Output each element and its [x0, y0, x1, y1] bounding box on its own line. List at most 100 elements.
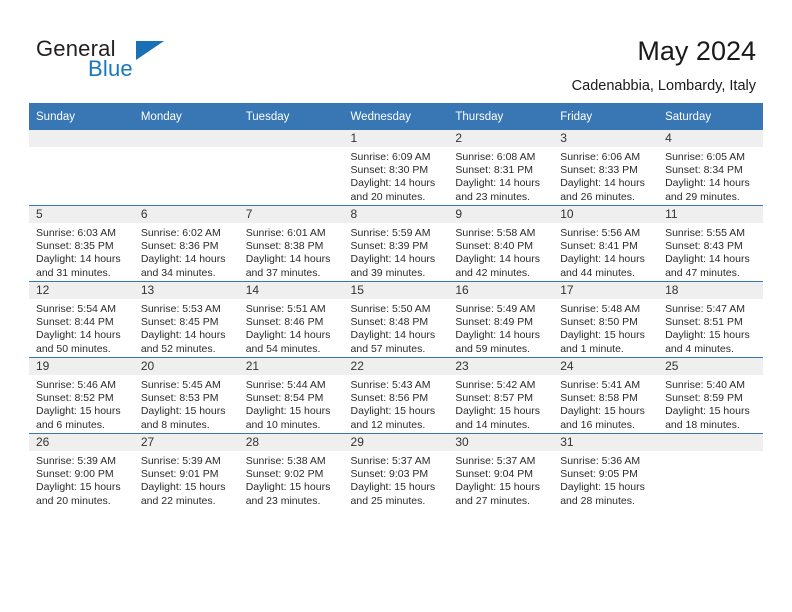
day-number	[238, 130, 344, 147]
daylight-text: Daylight: 14 hours and 42 minutes.	[455, 253, 541, 279]
day-sun-info: Sunrise: 5:58 AM Sunset: 8:40 PM Daylight:…	[448, 223, 553, 280]
day-sun-info: Sunrise: 5:40 AM Sunset: 8:59 PM Daylight:…	[658, 375, 763, 432]
daylight-text: Daylight: 14 hours and 29 minutes.	[665, 177, 750, 203]
day-sun-info: Sunrise: 6:02 AM Sunset: 8:36 PM Daylight:…	[134, 223, 239, 280]
daylight-text: Daylight: 15 hours and 8 minutes.	[140, 405, 226, 431]
calendar-day-cell[interactable]: 10 Sunrise: 5:56 AM Sunset: 8:41 PM Dayligh…	[553, 205, 659, 282]
sunset-text: Sunset: 9:00 PM	[36, 468, 114, 481]
calendar-day-cell[interactable]: 29 Sunrise: 5:37 AM Sunset: 9:03 PM Dayligh…	[343, 433, 449, 509]
calendar-day-cell[interactable]: 22 Sunrise: 5:43 AM Sunset: 8:56 PM Dayligh…	[343, 357, 449, 434]
calendar-day-cell[interactable]: 26 Sunrise: 5:39 AM Sunset: 9:00 PM Dayligh…	[29, 433, 134, 509]
page-subtitle: Cadenabbia, Lombardy, Italy	[571, 78, 756, 94]
day-sun-info: Sunrise: 6:08 AM Sunset: 8:31 PM Daylight:…	[448, 147, 553, 204]
calendar-day-cell[interactable]: 8 Sunrise: 5:59 AM Sunset: 8:39 PM Daylight…	[343, 205, 449, 282]
calendar-day-cell[interactable]: 1 Sunrise: 6:09 AM Sunset: 8:30 PM Daylight…	[343, 130, 449, 206]
calendar-day-cell[interactable]: 20 Sunrise: 5:45 AM Sunset: 8:53 PM Dayligh…	[133, 357, 239, 434]
weekday-header-saturday: Saturday	[658, 103, 763, 130]
sunrise-text: Sunrise: 6:06 AM	[560, 151, 641, 163]
sunrise-text: Sunrise: 6:08 AM	[455, 151, 536, 163]
sunrise-text: Sunrise: 5:37 AM	[455, 455, 536, 467]
day-number: 22	[343, 358, 449, 375]
calendar-day-cell[interactable]: 31 Sunrise: 5:36 AM Sunset: 9:05 PM Dayligh…	[553, 433, 659, 509]
sunrise-text: Sunrise: 6:09 AM	[350, 151, 431, 163]
day-number: 5	[29, 206, 134, 223]
sunrise-text: Sunrise: 5:41 AM	[560, 379, 641, 391]
sunset-text: Sunset: 9:02 PM	[245, 468, 324, 481]
day-number: 15	[343, 282, 449, 299]
sunrise-text: Sunrise: 5:36 AM	[560, 455, 641, 467]
sunrise-text: Sunrise: 5:40 AM	[665, 379, 746, 391]
sunrise-text: Sunrise: 5:45 AM	[140, 379, 221, 391]
day-sun-info: Sunrise: 5:51 AM Sunset: 8:46 PM Daylight:…	[239, 299, 344, 356]
sunrise-text: Sunrise: 5:48 AM	[560, 303, 641, 315]
calendar-day-cell[interactable]: 5 Sunrise: 6:03 AM Sunset: 8:35 PM Daylight…	[29, 205, 134, 282]
calendar-day-cell[interactable]: 14 Sunrise: 5:51 AM Sunset: 8:46 PM Dayligh…	[238, 281, 344, 358]
day-sun-info: Sunrise: 5:42 AM Sunset: 8:57 PM Daylight:…	[448, 375, 553, 432]
daylight-text: Daylight: 14 hours and 23 minutes.	[455, 177, 541, 203]
sunrise-text: Sunrise: 5:51 AM	[245, 303, 326, 315]
daylight-text: Daylight: 14 hours and 39 minutes.	[350, 253, 436, 279]
calendar-day-cell[interactable]: 21 Sunrise: 5:44 AM Sunset: 8:54 PM Dayligh…	[238, 357, 344, 434]
calendar-day-cell[interactable]: 12 Sunrise: 5:54 AM Sunset: 8:44 PM Dayligh…	[29, 281, 134, 358]
calendar-day-cell[interactable]: 15 Sunrise: 5:50 AM Sunset: 8:48 PM Dayligh…	[343, 281, 449, 358]
daylight-text: Daylight: 14 hours and 47 minutes.	[665, 253, 750, 279]
sunrise-text: Sunrise: 5:46 AM	[36, 379, 116, 391]
daylight-text: Daylight: 15 hours and 27 minutes.	[455, 481, 541, 507]
calendar-day-cell[interactable]: 4 Sunrise: 6:05 AM Sunset: 8:34 PM Daylight…	[658, 130, 763, 206]
day-sun-info: Sunrise: 6:05 AM Sunset: 8:34 PM Daylight:…	[658, 147, 763, 204]
calendar-day-cell[interactable]: 16 Sunrise: 5:49 AM Sunset: 8:49 PM Dayligh…	[448, 281, 554, 358]
sunrise-text: Sunrise: 5:55 AM	[665, 227, 746, 239]
calendar-day-cell[interactable]: 7 Sunrise: 6:01 AM Sunset: 8:38 PM Daylight…	[238, 205, 344, 282]
calendar-day-cell[interactable]: 11 Sunrise: 5:55 AM Sunset: 8:43 PM Dayligh…	[658, 205, 763, 282]
day-sun-info: Sunrise: 5:47 AM Sunset: 8:51 PM Daylight:…	[658, 299, 763, 356]
calendar-day-cell[interactable]: 17 Sunrise: 5:48 AM Sunset: 8:50 PM Dayligh…	[553, 281, 659, 358]
sunrise-text: Sunrise: 6:03 AM	[36, 227, 116, 239]
day-number: 12	[29, 282, 134, 299]
sunrise-text: Sunrise: 5:56 AM	[560, 227, 641, 239]
daylight-text: Daylight: 14 hours and 37 minutes.	[245, 253, 331, 279]
day-number: 6	[133, 206, 239, 223]
calendar-day-cell[interactable]: 3 Sunrise: 6:06 AM Sunset: 8:33 PM Daylight…	[553, 130, 659, 206]
calendar-day-cell[interactable]: 19 Sunrise: 5:46 AM Sunset: 8:52 PM Dayligh…	[29, 357, 134, 434]
calendar-day-cell[interactable]: 30 Sunrise: 5:37 AM Sunset: 9:04 PM Dayligh…	[448, 433, 554, 509]
calendar-day-cell[interactable]: 28 Sunrise: 5:38 AM Sunset: 9:02 PM Dayligh…	[238, 433, 344, 509]
calendar-day-cell[interactable]: 2 Sunrise: 6:08 AM Sunset: 8:31 PM Daylight…	[448, 130, 554, 206]
calendar-day-cell[interactable]: 23 Sunrise: 5:42 AM Sunset: 8:57 PM Dayligh…	[448, 357, 554, 434]
sunset-text: Sunset: 8:48 PM	[350, 316, 429, 329]
day-number: 10	[553, 206, 659, 223]
day-number: 25	[658, 358, 763, 375]
sunrise-text: Sunrise: 5:42 AM	[455, 379, 536, 391]
day-sun-info: Sunrise: 5:38 AM Sunset: 9:02 PM Daylight:…	[239, 451, 344, 508]
calendar-day-cell[interactable]: 18 Sunrise: 5:47 AM Sunset: 8:51 PM Dayligh…	[658, 281, 763, 358]
calendar-day-cell[interactable]: 25 Sunrise: 5:40 AM Sunset: 8:59 PM Dayligh…	[658, 357, 763, 434]
calendar-week-row: 5 Sunrise: 6:03 AM Sunset: 8:35 PM Daylight…	[29, 205, 763, 282]
day-number: 30	[448, 434, 554, 451]
logo-text-blue: Blue	[88, 56, 133, 81]
calendar-day-cell[interactable]: 13 Sunrise: 5:53 AM Sunset: 8:45 PM Dayligh…	[133, 281, 239, 358]
calendar-day-cell[interactable]: 27 Sunrise: 5:39 AM Sunset: 9:01 PM Dayligh…	[133, 433, 239, 509]
day-number: 24	[553, 358, 659, 375]
day-number: 13	[133, 282, 239, 299]
sunset-text: Sunset: 8:44 PM	[36, 316, 114, 329]
daylight-text: Daylight: 14 hours and 20 minutes.	[350, 177, 436, 203]
sunset-text: Sunset: 8:30 PM	[350, 164, 429, 177]
calendar-day-cell-empty	[29, 130, 134, 206]
calendar-day-cell[interactable]: 9 Sunrise: 5:58 AM Sunset: 8:40 PM Daylight…	[448, 205, 554, 282]
daylight-text: Daylight: 15 hours and 25 minutes.	[350, 481, 436, 507]
daylight-text: Daylight: 15 hours and 16 minutes.	[560, 405, 645, 431]
weekday-header: Sunday Monday Tuesday Wednesday Thursday Frid…	[29, 103, 763, 130]
sunrise-text: Sunrise: 5:43 AM	[350, 379, 431, 391]
sunrise-text: Sunrise: 5:39 AM	[36, 455, 116, 467]
calendar-day-cell[interactable]: 6 Sunrise: 6:02 AM Sunset: 8:36 PM Daylight…	[133, 205, 239, 282]
general-blue-logo[interactable]: General Blue	[36, 36, 256, 90]
sunset-text: Sunset: 8:35 PM	[36, 240, 114, 253]
calendar-day-cell[interactable]: 24 Sunrise: 5:41 AM Sunset: 8:58 PM Dayligh…	[553, 357, 659, 434]
day-sun-info: Sunrise: 6:03 AM Sunset: 8:35 PM Daylight:…	[29, 223, 134, 280]
sunset-text: Sunset: 8:51 PM	[665, 316, 743, 329]
daylight-text: Daylight: 15 hours and 1 minute.	[560, 329, 645, 355]
daylight-text: Daylight: 14 hours and 52 minutes.	[140, 329, 226, 355]
day-sun-info: Sunrise: 5:37 AM Sunset: 9:03 PM Daylight:…	[344, 451, 449, 508]
day-sun-info: Sunrise: 5:36 AM Sunset: 9:05 PM Daylight:…	[553, 451, 658, 508]
sunset-text: Sunset: 8:34 PM	[665, 164, 743, 177]
day-sun-info: Sunrise: 5:53 AM Sunset: 8:45 PM Daylight:…	[134, 299, 239, 356]
